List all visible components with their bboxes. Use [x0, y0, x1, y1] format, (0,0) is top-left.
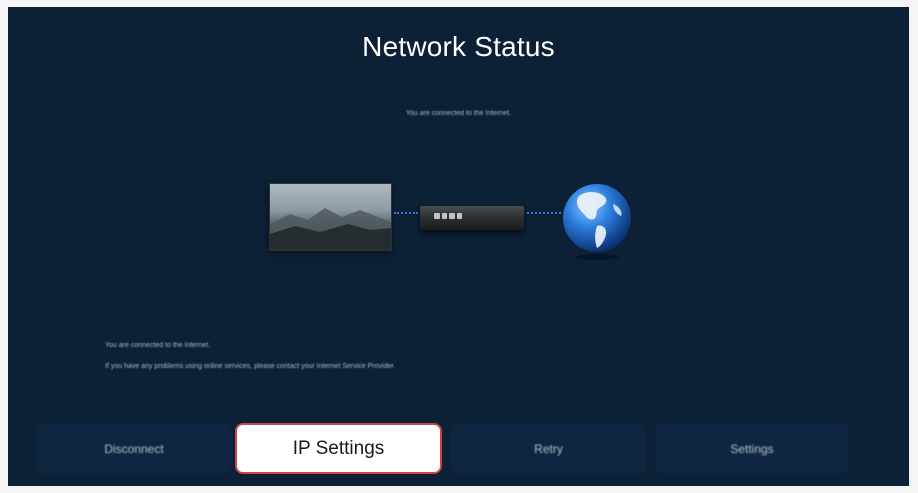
action-bar: Disconnect IP Settings Retry Settings	[36, 423, 881, 475]
message-line-1: You are connected to the Internet.	[105, 342, 211, 349]
network-diagram	[8, 7, 909, 307]
connection-message: You are connected to the Internet. If yo…	[105, 335, 395, 377]
message-line-2: If you have any problems using online se…	[105, 363, 396, 370]
network-status-screen: Network Status You are connected to the …	[8, 7, 909, 486]
router-icon	[420, 206, 524, 230]
ip-settings-button[interactable]: IP Settings	[235, 423, 442, 474]
tv-icon	[269, 183, 392, 251]
disconnect-button[interactable]: Disconnect	[36, 423, 232, 474]
router-globe-link	[527, 212, 561, 214]
tv-router-link	[394, 212, 418, 214]
retry-button[interactable]: Retry	[450, 423, 647, 474]
settings-button[interactable]: Settings	[655, 423, 849, 474]
globe-icon	[561, 182, 633, 262]
